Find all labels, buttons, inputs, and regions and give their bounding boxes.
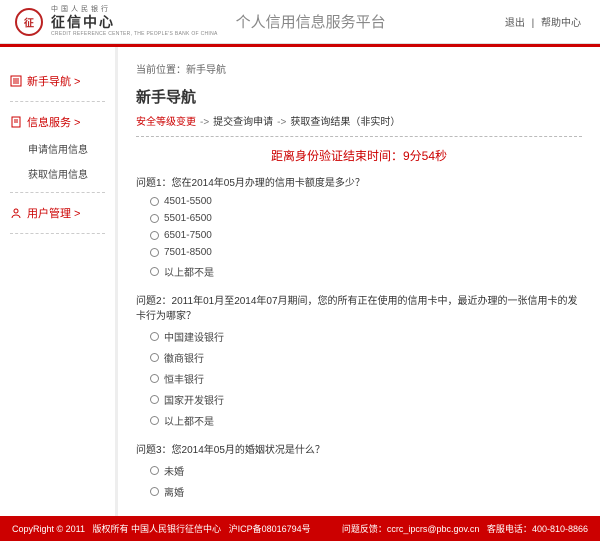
radio-input[interactable] (150, 395, 159, 404)
option-row[interactable]: 6501-7500 (136, 227, 582, 244)
footer-owner: 版权所有 中国人民银行征信中心 (93, 524, 222, 534)
option-label: 以上都不是 (164, 413, 214, 428)
radio-input[interactable] (150, 332, 159, 341)
top-nav: 退出 | 帮助中心 (501, 14, 585, 29)
radio-input[interactable] (150, 353, 159, 362)
header: 中国人民银行 征信中心 CREDIT REFERENCE CENTER, THE… (0, 0, 600, 44)
footer: CopyRight © 2011 版权所有 中国人民银行征信中心 沪ICP备08… (0, 516, 600, 541)
sidebar-sub-apply[interactable]: 申请信用信息 (10, 136, 105, 161)
question-1: 问题1：您在2014年05月办理的信用卡额度是多少？ (136, 174, 582, 189)
option-label: 以上都不是 (164, 264, 214, 279)
divider (10, 233, 105, 234)
option-row[interactable]: 离婚 (136, 481, 582, 502)
logo-en: CREDIT REFERENCE CENTER, THE PEOPLE'S BA… (51, 31, 218, 37)
sidebar-label: 信息服务 > (27, 114, 80, 130)
arrow-icon: -> (200, 117, 209, 128)
question-3: 问题3：您2014年05月的婚姻状况是什么？ (136, 441, 582, 456)
option-label: 7501-8500 (164, 247, 212, 258)
option-row[interactable]: 国家开发银行 (136, 389, 582, 410)
logo-top: 中国人民银行 (51, 6, 218, 14)
option-row[interactable]: 徽商银行 (136, 347, 582, 368)
logo-cn: 征信中心 (51, 14, 218, 31)
feedback-email[interactable]: ccrc_ipcrs@pbc.gov.cn (387, 524, 480, 534)
step-1: 安全等级变更 (136, 117, 196, 128)
sidebar-sub-get[interactable]: 获取信用信息 (10, 161, 105, 186)
sidebar-item-info[interactable]: 信息服务 > (10, 108, 105, 136)
option-row[interactable]: 恒丰银行 (136, 368, 582, 389)
option-label: 未婚 (164, 463, 184, 478)
option-row[interactable]: 中国建设银行 (136, 326, 582, 347)
option-row[interactable]: 未婚 (136, 460, 582, 481)
breadcrumb: 当前位置：新手导航 (136, 61, 582, 76)
platform-title: 个人信用信息服务平台 (236, 11, 386, 32)
tel-label: 客服电话： (487, 524, 532, 534)
radio-input[interactable] (150, 248, 159, 257)
page-title: 新手导航 (136, 86, 582, 107)
option-row[interactable]: 4501-5500 (136, 193, 582, 210)
user-icon (10, 207, 22, 219)
option-label: 6501-7500 (164, 230, 212, 241)
option-label: 5501-6500 (164, 213, 212, 224)
radio-input[interactable] (150, 416, 159, 425)
divider (10, 101, 105, 102)
option-row[interactable]: 5501-6500 (136, 210, 582, 227)
sidebar-label: 用户管理 > (27, 205, 80, 221)
radio-input[interactable] (150, 197, 159, 206)
option-label: 离婚 (164, 484, 184, 499)
divider (10, 192, 105, 193)
sidebar-item-guide[interactable]: 新手导航 > (10, 67, 105, 95)
footer-icp: 沪ICP备08016794号 (229, 524, 311, 534)
seal-icon (15, 8, 43, 36)
radio-input[interactable] (150, 267, 159, 276)
copyright: CopyRight © 2011 (12, 524, 85, 534)
breadcrumb-label: 当前位置： (136, 65, 186, 76)
main-content: 当前位置：新手导航 新手导航 安全等级变更->提交查询申请->获取查询结果（非实… (115, 47, 600, 516)
radio-input[interactable] (150, 214, 159, 223)
option-label: 4501-5500 (164, 196, 212, 207)
step-3: 获取查询结果（非实时） (290, 117, 400, 128)
feedback-label: 问题反馈： (342, 524, 387, 534)
radio-input[interactable] (150, 374, 159, 383)
doc-icon (10, 116, 22, 128)
question-2: 问题2：2011年01月至2014年07月期间，您的所有正在使用的信用卡中，最近… (136, 292, 582, 322)
radio-input[interactable] (150, 487, 159, 496)
logo-area: 中国人民银行 征信中心 CREDIT REFERENCE CENTER, THE… (15, 6, 386, 37)
countdown-text: 距离身份验证结束时间：9分54秒 (136, 147, 582, 164)
radio-input[interactable] (150, 466, 159, 475)
tel-number: 400-810-8866 (532, 524, 588, 534)
steps: 安全等级变更 -> 提交查询申请 -> 获取查询结果（非实时） (136, 113, 582, 137)
sidebar: 新手导航 > 信息服务 > 申请信用信息 获取信用信息 用户管理 > (0, 47, 115, 516)
option-row[interactable]: 以上都不是 (136, 410, 582, 431)
sidebar-item-user[interactable]: 用户管理 > (10, 199, 105, 227)
option-label: 恒丰银行 (164, 371, 204, 386)
step-2: 提交查询申请 (213, 117, 273, 128)
sidebar-label: 新手导航 > (27, 73, 80, 89)
help-link[interactable]: 帮助中心 (541, 18, 581, 29)
option-label: 徽商银行 (164, 350, 204, 365)
option-label: 国家开发银行 (164, 392, 224, 407)
guide-icon (10, 75, 22, 87)
logout-link[interactable]: 退出 (505, 18, 525, 29)
option-row[interactable]: 7501-8500 (136, 244, 582, 261)
arrow-icon: -> (277, 117, 286, 128)
option-label: 中国建设银行 (164, 329, 224, 344)
breadcrumb-value: 新手导航 (186, 65, 226, 76)
option-row[interactable]: 以上都不是 (136, 261, 582, 282)
radio-input[interactable] (150, 231, 159, 240)
